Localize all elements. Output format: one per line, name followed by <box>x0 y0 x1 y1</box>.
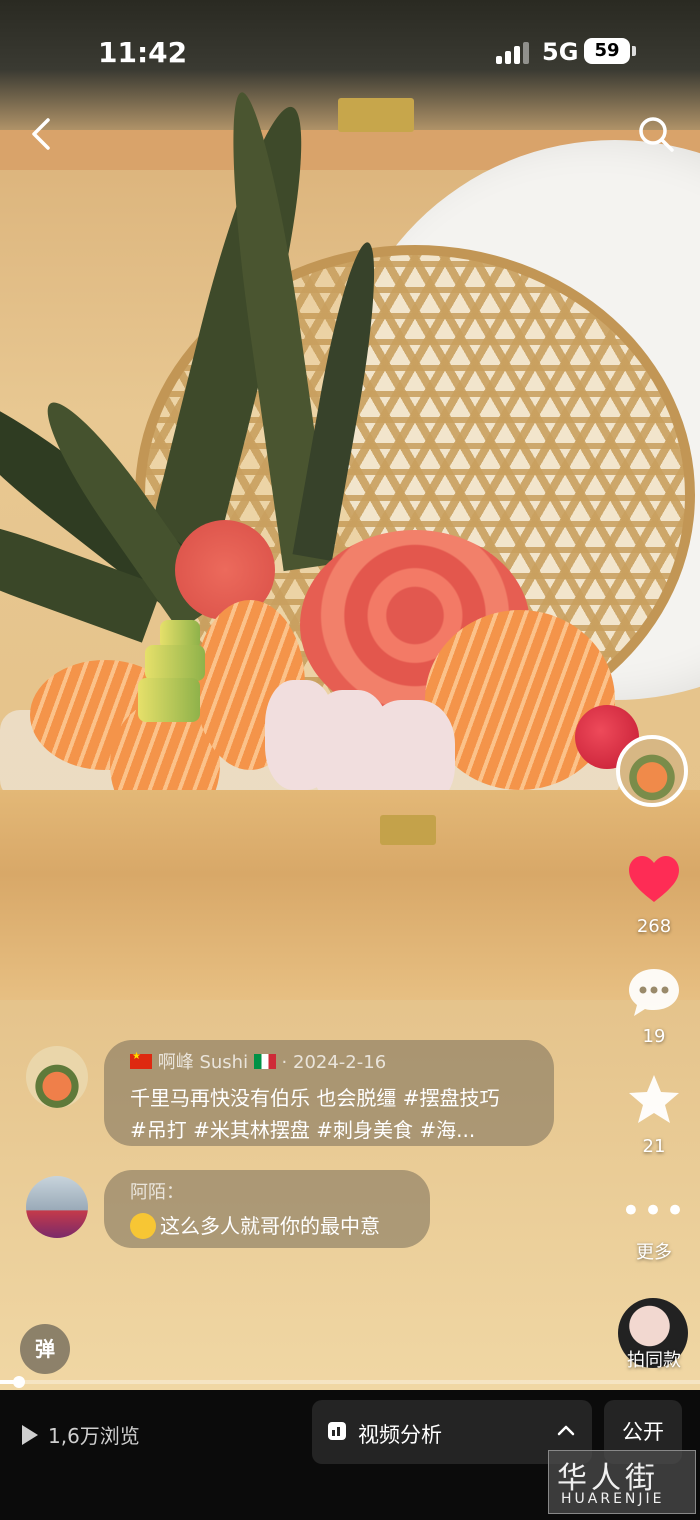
more-dots-icon: ••• <box>620 1191 688 1231</box>
analytics-icon <box>328 1422 346 1440</box>
signal-icon <box>496 40 532 64</box>
status-bar: 11:42 5G 59 <box>0 0 700 100</box>
avocado-slice <box>145 645 205 681</box>
caption-meta: 啊峰 Sushi · 2024-2-16 <box>130 1048 386 1074</box>
italy-flag-icon <box>253 1054 276 1069</box>
wooden-box <box>0 790 700 1000</box>
search-icon <box>639 117 674 152</box>
comment-icon <box>629 969 679 1016</box>
favorite-button[interactable]: 21 <box>618 1072 690 1157</box>
favorite-count: 21 <box>642 1136 666 1157</box>
comment-count: 19 <box>642 1026 666 1047</box>
comment-text: 这么多人就哥你的最中意 <box>160 1214 380 1238</box>
caption-date: · 2024-2-16 <box>281 1052 387 1073</box>
comment-button[interactable]: 19 <box>618 966 690 1047</box>
comment-avatar[interactable] <box>26 1176 88 1238</box>
heart-icon <box>629 856 679 902</box>
like-count: 268 <box>636 916 672 937</box>
video-progress-bar[interactable] <box>0 1376 700 1388</box>
comment-text-row: 这么多人就哥你的最中意 <box>130 1210 380 1239</box>
box-latch <box>380 815 436 845</box>
back-button[interactable] <box>24 112 64 156</box>
play-icon <box>22 1425 38 1445</box>
caption-author: 啊峰 Sushi <box>157 1052 249 1073</box>
site-watermark: 华人街 HUARENJIE <box>548 1450 696 1514</box>
network-type: 5G <box>542 38 579 66</box>
comment-bubble[interactable]: 阿陌： 这么多人就哥你的最中意 <box>104 1170 430 1248</box>
chevron-up-icon <box>557 1425 575 1436</box>
search-button[interactable] <box>634 112 678 156</box>
watermark-subtitle: HUARENJIE <box>561 1491 665 1507</box>
status-time: 11:42 <box>98 36 188 69</box>
battery-icon: 59 <box>584 38 630 64</box>
video-analysis-label: 视频分析 <box>358 1423 442 1447</box>
crying-emoji-icon <box>130 1213 156 1239</box>
battery-tip <box>632 46 636 56</box>
caption-bubble[interactable]: 啊峰 Sushi · 2024-2-16 千里马再快没有伯乐 也会脱缰 #摆盘技… <box>104 1040 554 1146</box>
comment-avatar[interactable] <box>26 1046 88 1108</box>
box-latch-top <box>338 98 414 132</box>
comment-author: 阿陌： <box>130 1182 184 1203</box>
caption-line-1: 千里马再快没有伯乐 也会脱缰 #摆盘技巧 <box>130 1086 500 1110</box>
more-button[interactable]: ••• 更多 <box>618 1191 690 1264</box>
chevron-left-icon <box>32 118 50 150</box>
progress-handle[interactable] <box>12 1376 25 1388</box>
views-count: 1,6万浏览 <box>48 1424 140 1448</box>
creator-avatar[interactable] <box>616 735 688 807</box>
caption-line-2: #吊打 #米其林摆盘 #刺身美食 #海... <box>130 1118 476 1142</box>
views-stat[interactable]: 1,6万浏览 <box>22 1420 140 1449</box>
like-button[interactable]: 268 <box>618 852 690 937</box>
same-style-label[interactable]: 拍同款 <box>614 1346 694 1372</box>
china-flag-icon <box>130 1051 152 1069</box>
star-icon <box>629 1075 679 1123</box>
more-label: 更多 <box>636 1242 672 1263</box>
avocado-slice <box>138 678 200 722</box>
danmu-toggle-button[interactable]: 弹 <box>20 1324 70 1374</box>
